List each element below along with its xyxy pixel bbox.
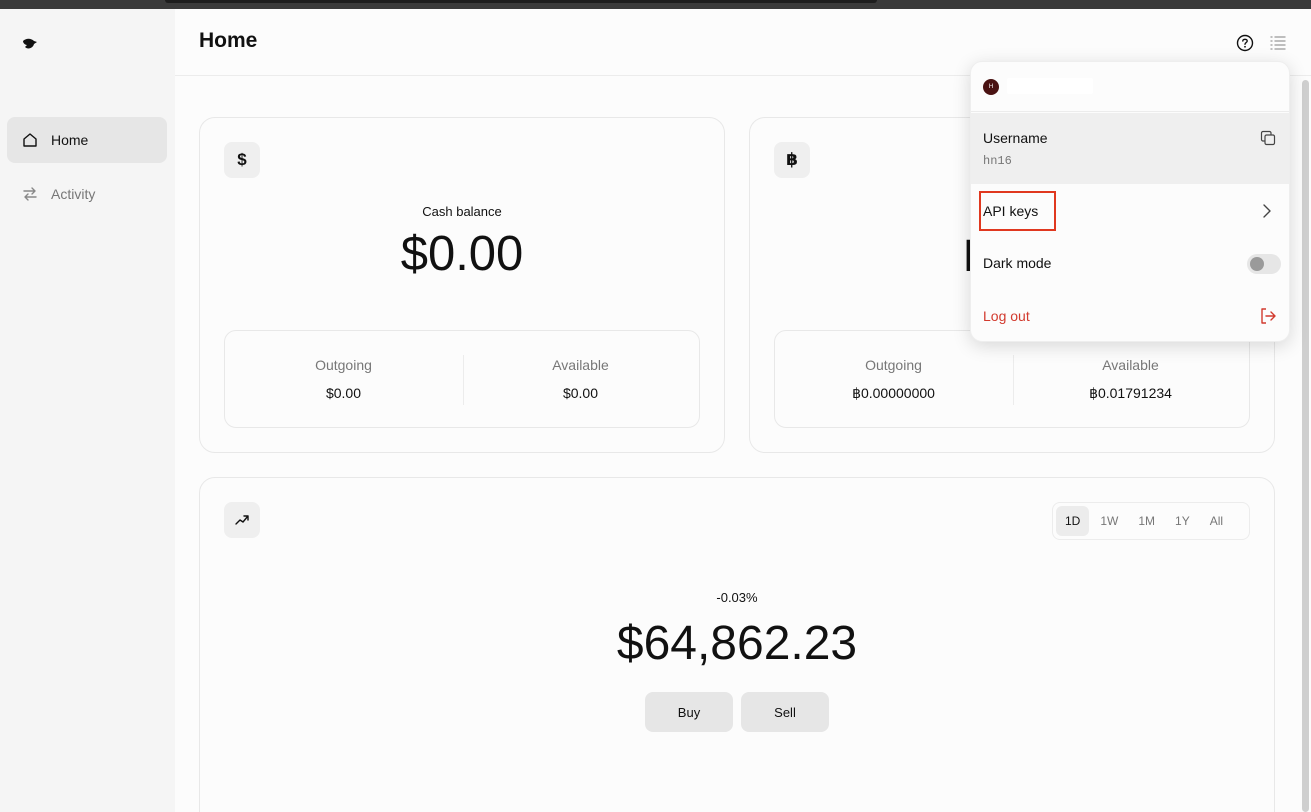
logout-icon: [1261, 308, 1276, 324]
cash-balance-card: $ Cash balance $0.00 Outgoing $0.00 Avai…: [199, 117, 725, 453]
dollar-icon: $: [224, 142, 260, 178]
window-notch: [165, 0, 877, 3]
dark-mode-toggle[interactable]: [1247, 254, 1281, 274]
sidebar-item-activity[interactable]: Activity: [7, 171, 167, 217]
dark-mode-row: Dark mode: [971, 238, 1289, 288]
price-value: $64,862.23: [616, 617, 858, 670]
sidebar-item-label: Activity: [51, 186, 96, 202]
trend-up-icon: [224, 502, 260, 538]
range-1d-button[interactable]: 1D: [1056, 506, 1090, 536]
dark-mode-label: Dark mode: [983, 255, 1052, 271]
logout-label: Log out: [983, 308, 1030, 324]
outgoing-value: ฿0.00000000: [852, 385, 935, 401]
scrollbar[interactable]: [1302, 80, 1309, 812]
available-value: ฿0.01791234: [1089, 385, 1172, 401]
sidebar: Home Activity: [0, 9, 175, 812]
sidebar-item-label: Home: [51, 132, 89, 148]
bitcoin-breakdown: Outgoing ฿0.00000000 Available ฿0.017912…: [774, 330, 1250, 428]
range-all-button[interactable]: All: [1201, 506, 1232, 536]
home-icon: [21, 131, 39, 149]
cash-breakdown: Outgoing $0.00 Available $0.00: [224, 330, 700, 428]
price-card: 1D 1W 1M 1Y All -0.03% $64,862.23 Buy Se…: [199, 477, 1275, 812]
api-keys-row[interactable]: API keys: [971, 186, 1289, 236]
cash-balance-amount: $0.00: [400, 227, 524, 281]
username-row[interactable]: Username hn16: [971, 113, 1289, 184]
page-title: Home: [199, 29, 258, 52]
toggle-knob: [1250, 257, 1264, 271]
logo-icon[interactable]: [21, 37, 39, 51]
api-keys-label: API keys: [983, 203, 1039, 219]
logout-row[interactable]: Log out: [971, 290, 1289, 341]
cash-balance-label: Cash balance: [422, 204, 502, 219]
available-label: Available: [552, 357, 609, 373]
outgoing-column: Outgoing $0.00: [225, 331, 462, 427]
username-value: hn16: [983, 154, 1012, 168]
outgoing-value: $0.00: [325, 385, 362, 401]
account-dropdown-menu: H Username hn16 API keys Dark mode Log o…: [970, 61, 1290, 342]
bitcoin-icon: ฿: [774, 142, 810, 178]
list-menu-icon[interactable]: [1269, 34, 1287, 52]
arrows-icon: [21, 185, 39, 203]
range-1m-button[interactable]: 1M: [1129, 506, 1164, 536]
range-1w-button[interactable]: 1W: [1091, 506, 1127, 536]
username-label: Username: [983, 130, 1048, 146]
outgoing-label: Outgoing: [315, 357, 372, 373]
account-name-redacted: [1007, 78, 1093, 94]
avatar: H: [983, 79, 999, 95]
time-range-selector: 1D 1W 1M 1Y All: [1052, 502, 1250, 540]
available-column: Available ฿0.01791234: [1012, 331, 1249, 427]
window-top-bar: [0, 0, 1311, 9]
copy-icon[interactable]: [1260, 130, 1276, 146]
account-header: H: [971, 62, 1289, 112]
help-icon[interactable]: [1236, 34, 1254, 52]
outgoing-column: Outgoing ฿0.00000000: [775, 331, 1012, 427]
sell-button[interactable]: Sell: [741, 692, 829, 732]
available-column: Available $0.00: [462, 331, 699, 427]
range-1y-button[interactable]: 1Y: [1166, 506, 1199, 536]
buy-button[interactable]: Buy: [645, 692, 733, 732]
available-label: Available: [1102, 357, 1159, 373]
available-value: $0.00: [562, 385, 599, 401]
price-change: -0.03%: [716, 590, 758, 605]
chevron-right-icon: [1263, 204, 1271, 218]
outgoing-label: Outgoing: [865, 357, 922, 373]
sidebar-item-home[interactable]: Home: [7, 117, 167, 163]
